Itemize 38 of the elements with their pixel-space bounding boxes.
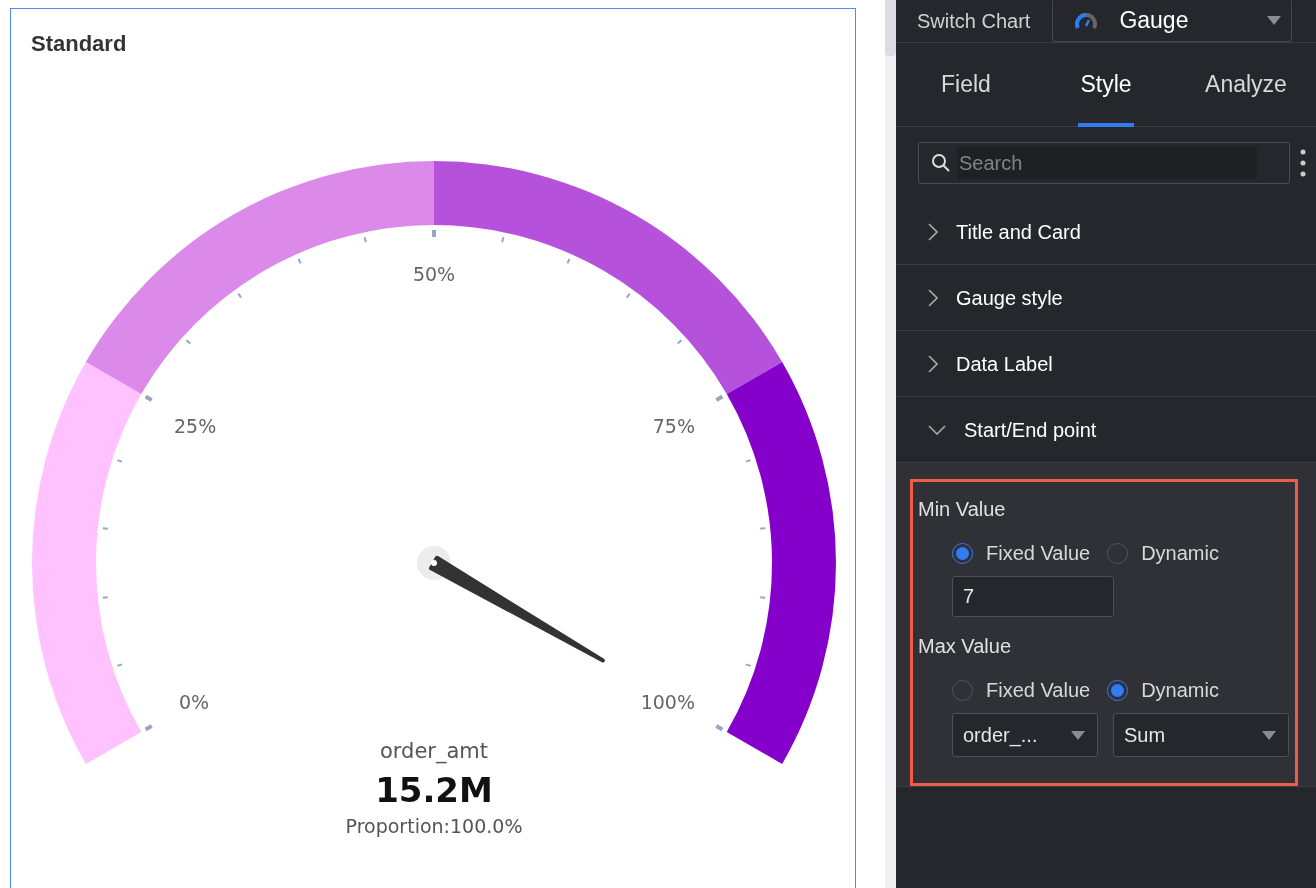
chart-type-select[interactable]: Gauge [1052, 0, 1293, 42]
section-header[interactable]: Title and Card [896, 199, 1316, 265]
proportion-label: Proportion:100.0% [345, 815, 523, 837]
chart-title: Standard [30, 30, 128, 58]
section-header[interactable]: Gauge style [896, 265, 1316, 331]
radio-label: Fixed Value [986, 678, 1091, 703]
tab[interactable]: Analyze [1176, 43, 1316, 126]
dropdown[interactable]: Sum [1113, 713, 1289, 757]
tick-label: 0% [179, 691, 210, 713]
radio-label: Dynamic [1141, 541, 1219, 566]
dropdown[interactable]: order_... [952, 713, 1098, 757]
radio-label: Dynamic [1141, 678, 1219, 703]
switch-chart-label: Switch Chart [917, 9, 1031, 34]
chevron-right-icon [928, 222, 938, 241]
tick-label: 75% [652, 415, 695, 437]
chevron-right-icon [928, 354, 938, 373]
radio-label: Fixed Value [986, 541, 1091, 566]
chevron-right-icon [928, 288, 938, 307]
scrollbar-thumb[interactable] [885, 0, 896, 56]
tick-label: 50% [412, 263, 456, 285]
gauge-icon [1075, 11, 1098, 30]
metric-name: order_amt [379, 739, 489, 763]
value-input[interactable]: 7 [952, 576, 1114, 617]
group-label: Max Value [918, 634, 1012, 659]
metric-value: 15.2M [375, 770, 493, 810]
caret-icon [1071, 730, 1085, 740]
tab[interactable]: Style [1036, 43, 1176, 126]
chevron-down-icon [928, 424, 946, 435]
group-label: Min Value [918, 497, 1007, 522]
tab[interactable]: Field [896, 43, 1036, 126]
caret-icon [1267, 16, 1282, 25]
section-header[interactable]: Data Label [896, 331, 1316, 397]
search-field[interactable]: Search [918, 142, 1290, 184]
more-icon[interactable] [1300, 148, 1306, 178]
search-icon [931, 153, 951, 173]
caret-icon [1262, 730, 1276, 740]
tick-label: 100% [640, 691, 695, 713]
tick-label: 25% [174, 415, 217, 437]
